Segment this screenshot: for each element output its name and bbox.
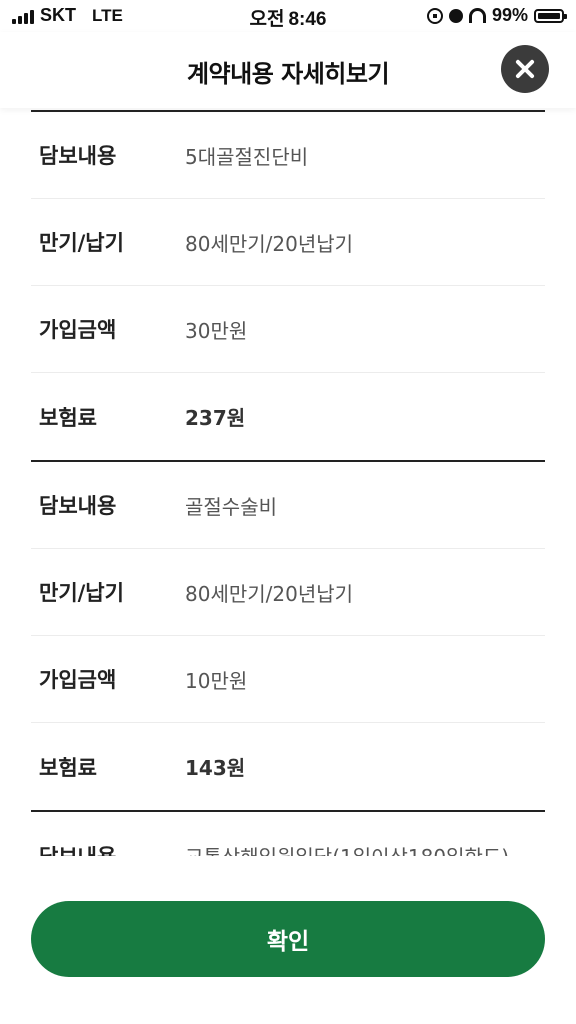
detail-label: 담보내용 <box>39 144 117 168</box>
detail-label: 가입금액 <box>39 318 117 342</box>
coverage-section: 담보내용 골절수술비만기/납기 80세만기/20년납기가입금액 10만원보험료 143원 <box>31 460 545 810</box>
detail-row: 담보내용 5대골절진단비 <box>31 112 545 199</box>
time-value: 8:46 <box>288 9 327 30</box>
headphone-icon <box>468 8 486 23</box>
detail-label: 보험료 <box>39 755 97 780</box>
status-right: 99% <box>426 5 567 26</box>
detail-label: 담보내용 <box>39 494 117 518</box>
detail-value: 10만원 <box>185 668 248 693</box>
detail-row: 가입금액 10만원 <box>31 636 545 723</box>
detail-row: 담보내용교통상해입원일당(1일이상180일한도) <box>31 812 545 857</box>
coverage-section: 담보내용교통상해입원일당(1일이상180일한도) <box>31 810 545 856</box>
detail-value: 30만원 <box>185 318 248 343</box>
page-title: 계약내용 자세히보기 <box>186 60 390 88</box>
detail-value: 80세만기/20년납기 <box>185 231 354 256</box>
detail-value: 237원 <box>185 406 246 430</box>
time-ampm: 오전 <box>249 9 285 30</box>
rotation-lock-icon <box>426 7 443 24</box>
detail-row: 가입금액 30만원 <box>31 286 545 373</box>
battery-percent: 99% <box>491 5 528 25</box>
contract-details-list[interactable]: 담보내용 5대골절진단비 만기/납기 80세만기/20년납기 가입금액 30만원 보험료 23… <box>31 110 545 856</box>
battery-tip <box>564 13 567 19</box>
detail-row: 담보내용 골절수술비 <box>31 462 545 549</box>
header: 계약내용 자세히보기 <box>0 32 576 108</box>
confirm-button[interactable]: 확인 <box>31 901 545 977</box>
detail-label: 담보내용 <box>31 841 185 857</box>
battery-icon <box>534 8 567 23</box>
detail-row: 만기/납기 80세만기/20년납기 <box>31 199 545 286</box>
detail-label: 보험료 <box>39 405 97 430</box>
status-bar: SKT LTE 오전 8:46 99% <box>0 0 576 32</box>
detail-value: 143원 <box>185 756 246 780</box>
detail-row: 보험료 143원 <box>31 723 545 810</box>
detail-row: 만기/납기 80세만기/20년납기 <box>31 549 545 636</box>
detail-label: 가입금액 <box>39 668 117 692</box>
coverage-section: 담보내용 5대골절진단비만기/납기 80세만기/20년납기가입금액 30만원보험료 23… <box>31 110 545 460</box>
detail-value: 80세만기/20년납기 <box>185 581 354 606</box>
detail-label: 만기/납기 <box>39 231 124 255</box>
battery-level-fill <box>538 12 560 19</box>
alarm-icon <box>448 8 463 23</box>
detail-value: 골절수술비 <box>185 494 277 519</box>
detail-value: 교통상해입원일당(1일이상180일한도) <box>185 841 509 856</box>
close-icon <box>501 45 549 93</box>
close-button[interactable] <box>501 45 549 93</box>
detail-row: 보험료 237원 <box>31 373 545 460</box>
detail-value: 5대골절진단비 <box>185 144 309 169</box>
detail-label: 만기/납기 <box>39 581 124 605</box>
